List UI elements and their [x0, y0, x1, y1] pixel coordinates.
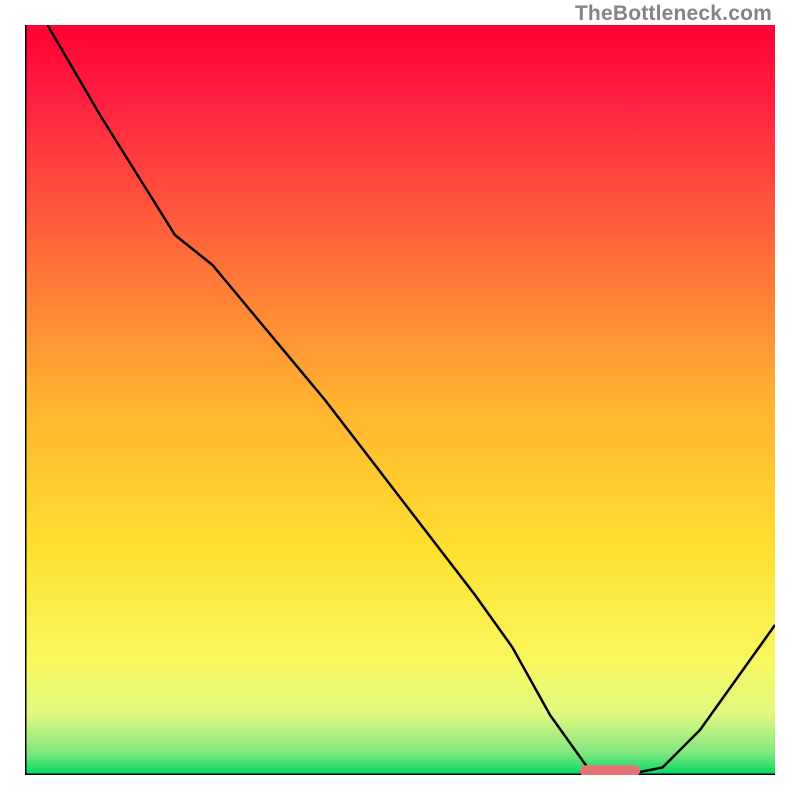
optimal-marker: [580, 765, 640, 775]
chart-plot-area: [25, 25, 775, 775]
chart-svg: [25, 25, 775, 775]
gradient-background: [25, 25, 775, 775]
watermark-text: TheBottleneck.com: [575, 2, 772, 26]
